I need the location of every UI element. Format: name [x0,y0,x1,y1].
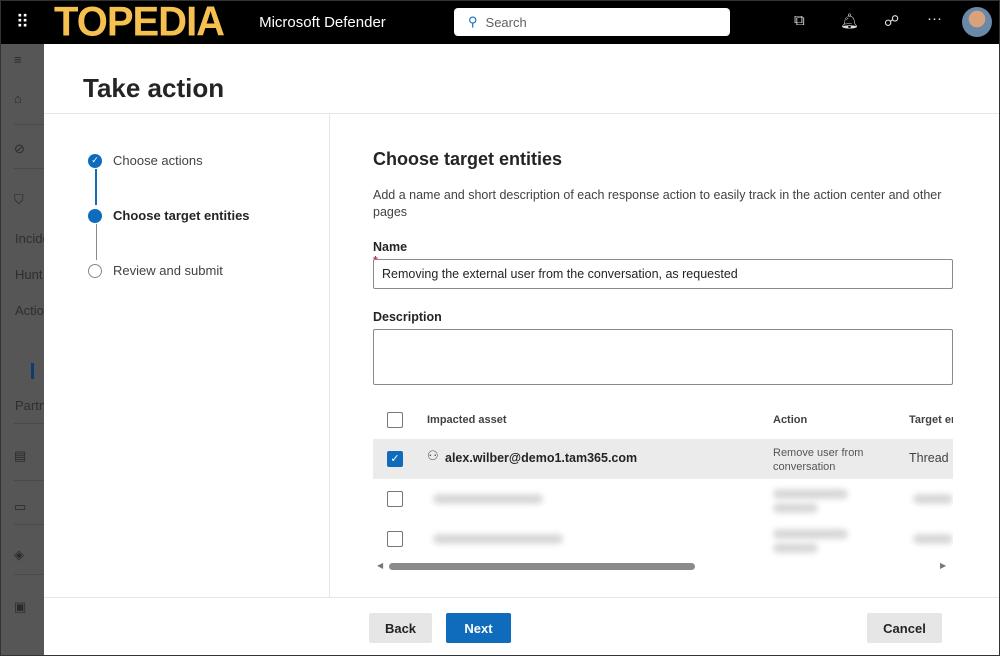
active-indicator [31,363,34,379]
shield-icon[interactable]: ⛉ [14,192,24,208]
sidebar-item-hunting[interactable]: Hunt [15,267,44,282]
entities-table: Impacted asset Action Target er ✓ ⚇ alex… [373,403,953,571]
compass-icon[interactable]: ⊘ [14,141,25,157]
horizontal-scrollbar[interactable]: ◀ ▶ [373,561,953,571]
step-label: Review and submit [113,263,223,278]
step-label: Choose target entities [113,208,250,223]
file-icon[interactable]: ▤ [14,448,26,464]
page-title: Take action [83,73,224,104]
bell-icon[interactable]: 🔔︎ [840,12,859,30]
table-row[interactable]: ✓ ⚇ alex.wilber@demo1.tam365.com Remove … [373,439,953,479]
org-chart-icon[interactable]: ⧉ [794,12,805,29]
section-heading: Choose target entities [373,149,562,170]
app-launcher-icon[interactable]: ⠿ [0,12,44,33]
scrollbar-thumb[interactable] [389,563,695,570]
sidebar-item-incidents[interactable]: Incide [15,231,44,246]
contact-icon[interactable]: ▣ [14,599,26,615]
menu-icon[interactable]: ≡ [14,52,22,67]
avatar[interactable] [962,7,992,37]
table-row-redacted[interactable] [373,479,953,519]
step-review-and-submit[interactable]: Review and submit [88,263,223,278]
search-input[interactable]: ⚲ Search [454,8,730,36]
table-row-redacted[interactable] [373,519,953,559]
person-icon: ⚇ [427,448,439,464]
sidebar-item-partners[interactable]: Partn [15,398,44,413]
column-header-target[interactable]: Target er [909,414,953,426]
scroll-left-icon[interactable]: ◀ [377,561,383,570]
community-icon[interactable]: ☍ [884,12,899,30]
logo: TOPEDIA [54,0,224,46]
search-icon: ⚲ [468,14,478,30]
sidebar: ≡ ⌂ ⊘ ⛉ Incide Hunt Actio Partn ▤ ▭ ◈ ▣ [0,44,44,656]
next-button[interactable]: Next [446,613,511,643]
row-checkbox[interactable]: ✓ [387,451,403,467]
action-value: Remove user from conversation [773,446,883,474]
devices-icon[interactable]: ▭ [14,499,26,515]
step-choose-target-entities[interactable]: Choose target entities [88,208,250,223]
target-value: Thread [909,451,949,465]
sidebar-item-actions[interactable]: Actio [15,303,44,318]
impacted-asset: alex.wilber@demo1.tam365.com [445,451,637,465]
shield-eye-icon[interactable]: ◈ [14,547,24,563]
description-textarea[interactable] [373,329,953,385]
cancel-button[interactable]: Cancel [867,613,942,643]
step-choose-actions[interactable]: ✓ Choose actions [88,153,203,168]
search-placeholder: Search [486,15,527,30]
section-description: Add a name and short description of each… [373,187,958,221]
home-icon[interactable]: ⌂ [14,91,22,106]
check-icon: ✓ [88,154,102,168]
back-button[interactable]: Back [369,613,432,643]
description-label: Description [373,310,442,324]
select-all-checkbox[interactable] [387,412,403,428]
top-bar: ⠿ TOPEDIA Microsoft Defender ⚲ Search ⧉ … [0,0,1000,44]
step-label: Choose actions [113,153,203,168]
take-action-panel: Take action ✓ Choose actions Choose targ… [44,44,999,656]
row-checkbox[interactable] [387,491,403,507]
pending-step-icon [88,264,102,278]
column-header-action[interactable]: Action [773,414,807,426]
more-icon[interactable]: ··· [927,10,942,27]
row-checkbox[interactable] [387,531,403,547]
current-step-icon [88,209,102,223]
scroll-right-icon[interactable]: ▶ [940,561,946,570]
app-name[interactable]: Microsoft Defender [259,14,386,31]
name-input[interactable]: Removing the external user from the conv… [373,259,953,289]
column-header-impacted-asset[interactable]: Impacted asset [427,414,506,426]
